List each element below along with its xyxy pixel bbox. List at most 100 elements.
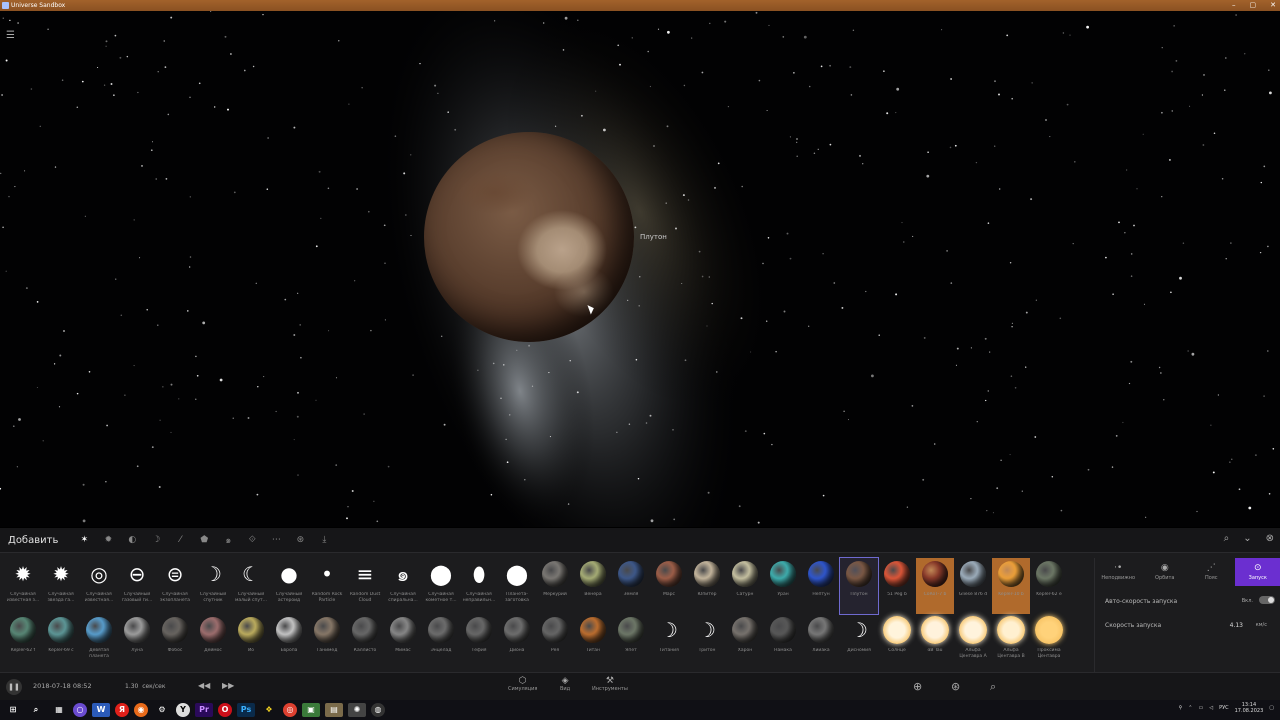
category-planets-icon[interactable]: ◐ bbox=[120, 535, 144, 545]
category-rocks-icon[interactable]: ⬟ bbox=[192, 535, 216, 545]
archive-icon[interactable]: ▤ bbox=[325, 703, 343, 717]
task-view-icon[interactable]: ▦ bbox=[50, 703, 68, 717]
chrome-icon[interactable]: ◎ bbox=[283, 703, 297, 717]
search-icon[interactable]: ⌕ bbox=[27, 703, 45, 717]
simulation-viewport[interactable]: ☰ Плутон bbox=[0, 11, 1280, 527]
object-item[interactable]: ⊖ Случайный газовый ги... bbox=[118, 558, 156, 614]
opera-icon[interactable]: O bbox=[218, 703, 232, 717]
object-item[interactable]: ☽ Случайный спутник bbox=[194, 558, 232, 614]
network-icon[interactable]: ⚲ bbox=[1179, 705, 1183, 711]
object-item[interactable]: Фобос bbox=[156, 614, 194, 670]
object-item[interactable]: Kepler-69 c bbox=[42, 614, 80, 670]
object-item[interactable]: ⬤ Случайная кометное т... bbox=[422, 558, 460, 614]
sim-speed[interactable]: 1.30 сек/сек bbox=[125, 683, 165, 690]
category-moons-icon[interactable]: ☽ bbox=[144, 535, 168, 545]
object-item[interactable]: ⊜ Случайная экзопланета bbox=[156, 558, 194, 614]
universe-sandbox-icon[interactable]: ✺ bbox=[348, 703, 366, 717]
object-item[interactable]: Юпитер bbox=[688, 558, 726, 614]
yandex-icon[interactable]: Я bbox=[115, 703, 129, 717]
clock[interactable]: 13:14 17.08.2023 bbox=[1235, 702, 1264, 714]
add-object-icon[interactable]: ⊕ bbox=[913, 680, 922, 693]
object-item[interactable]: ⬤ Планета-заготовка bbox=[498, 558, 536, 614]
object-item[interactable]: ● Случайный астероид bbox=[270, 558, 308, 614]
object-item[interactable]: Gliese 876 d bbox=[954, 558, 992, 614]
faster-button[interactable]: ▶▶ bbox=[222, 681, 234, 690]
object-item[interactable]: Альфа Центавра A bbox=[954, 614, 992, 670]
object-item[interactable]: Намака bbox=[764, 614, 802, 670]
tab-launch[interactable]: ⊙ Запуск bbox=[1234, 558, 1280, 586]
close-button[interactable]: ✕ bbox=[1270, 0, 1276, 11]
object-item[interactable]: ✹ Случайная звезда га... bbox=[42, 558, 80, 614]
object-item[interactable]: Каллисто bbox=[346, 614, 384, 670]
object-item[interactable]: ☽ Тритон bbox=[688, 614, 726, 670]
object-item[interactable]: ◎ Случайная известная... bbox=[80, 558, 118, 614]
yandex-browser-icon[interactable]: Y bbox=[176, 703, 190, 717]
search-icon[interactable]: ⌕ bbox=[1224, 533, 1230, 544]
object-item[interactable]: ๑ Случайная спиральна... bbox=[384, 558, 422, 614]
object-item[interactable]: Земля bbox=[612, 558, 650, 614]
object-item[interactable]: Kepler-62 e bbox=[1030, 558, 1068, 614]
start-icon[interactable]: ⊞ bbox=[4, 703, 22, 717]
object-item[interactable]: Венера bbox=[574, 558, 612, 614]
object-item[interactable]: Kepler-62 f bbox=[4, 614, 42, 670]
category-galaxy-icon[interactable]: ๑ bbox=[216, 533, 240, 547]
pluto-planet[interactable] bbox=[424, 132, 634, 342]
object-item[interactable]: Европа bbox=[270, 614, 308, 670]
object-item[interactable]: Альфа Центавра B bbox=[992, 614, 1030, 670]
tab-view[interactable]: ◈ Вид bbox=[560, 676, 570, 692]
photoshop-icon[interactable]: Ps bbox=[237, 703, 255, 717]
category-comets-icon[interactable]: ⁄ bbox=[168, 535, 192, 545]
category-all-icon[interactable]: ✶ bbox=[72, 535, 96, 545]
focus-icon[interactable]: ⊛ bbox=[951, 680, 960, 693]
object-item[interactable]: Харон bbox=[726, 614, 764, 670]
object-item[interactable]: Нептун bbox=[802, 558, 840, 614]
object-item[interactable]: Мимас bbox=[384, 614, 422, 670]
volume-icon[interactable]: ◁ bbox=[1209, 705, 1213, 711]
tab-tools[interactable]: ⚒ Инструменты bbox=[592, 676, 628, 692]
premiere-icon[interactable]: Pr bbox=[195, 703, 213, 717]
object-item[interactable]: ⬮ Случайная неправильн... bbox=[460, 558, 498, 614]
language-indicator[interactable]: РУС bbox=[1219, 705, 1229, 711]
object-item[interactable]: Энцелад bbox=[422, 614, 460, 670]
tab-belt[interactable]: ⋰ Пояс bbox=[1188, 558, 1235, 586]
object-item[interactable]: Солнце bbox=[878, 614, 916, 670]
object-item[interactable]: Ганимед bbox=[308, 614, 346, 670]
object-item[interactable]: Титан bbox=[574, 614, 612, 670]
category-stars-icon[interactable]: ✹ bbox=[96, 535, 120, 545]
tab-stationary[interactable]: ⋅• Неподвижно bbox=[1095, 558, 1142, 586]
object-item[interactable]: Девятая планета bbox=[80, 614, 118, 670]
object-item[interactable]: 51 Peg b bbox=[878, 558, 916, 614]
object-item[interactable]: Проксима Центавра bbox=[1030, 614, 1068, 670]
object-item[interactable]: ≡ Random Dust Cloud bbox=[346, 558, 384, 614]
monitor-icon[interactable]: ▭ bbox=[1198, 705, 1203, 711]
object-item[interactable]: Плутон bbox=[839, 557, 879, 615]
category-custom-icon[interactable]: ⊛ bbox=[288, 535, 312, 545]
object-item[interactable]: Kepler-10 b bbox=[992, 558, 1030, 614]
auto-speed-toggle[interactable] bbox=[1259, 596, 1275, 604]
object-item[interactable]: CoRoT-7 b bbox=[916, 558, 954, 614]
notifications-icon[interactable]: ▢ bbox=[1269, 705, 1274, 711]
object-item[interactable]: Луна bbox=[118, 614, 156, 670]
tray-chevron-icon[interactable]: ⌃ bbox=[1188, 705, 1192, 711]
object-item[interactable]: Диона bbox=[498, 614, 536, 670]
object-item[interactable]: • Random Rock Particle bbox=[308, 558, 346, 614]
object-item[interactable]: Хииака bbox=[802, 614, 840, 670]
tab-simulation[interactable]: ⬡ Симуляция bbox=[508, 676, 537, 692]
object-item[interactable]: Меркурий bbox=[536, 558, 574, 614]
object-item[interactable]: Тефия bbox=[460, 614, 498, 670]
chevron-down-icon[interactable]: ⌄ bbox=[1243, 533, 1251, 544]
minimize-button[interactable]: – bbox=[1232, 0, 1236, 11]
object-item[interactable]: Ио bbox=[232, 614, 270, 670]
object-item[interactable]: Рея bbox=[536, 614, 574, 670]
menu-icon[interactable]: ☰ bbox=[6, 30, 15, 41]
object-item[interactable]: ☽ Дисномия bbox=[840, 614, 878, 670]
object-item[interactable]: Деймос bbox=[194, 614, 232, 670]
tab-orbit[interactable]: ◉ Орбита bbox=[1142, 558, 1189, 586]
object-item[interactable]: ☾ Случайный малый спут... bbox=[232, 558, 270, 614]
object-item[interactable]: Уран bbox=[764, 558, 802, 614]
zoom-search-icon[interactable]: ⌕ bbox=[990, 680, 996, 694]
object-item[interactable]: ✹ Случайная известная з... bbox=[4, 558, 42, 614]
app-icon-yellow[interactable]: ❖ bbox=[260, 703, 278, 717]
pause-button[interactable]: ❚❚ bbox=[6, 679, 22, 695]
object-item[interactable]: Япет bbox=[612, 614, 650, 670]
